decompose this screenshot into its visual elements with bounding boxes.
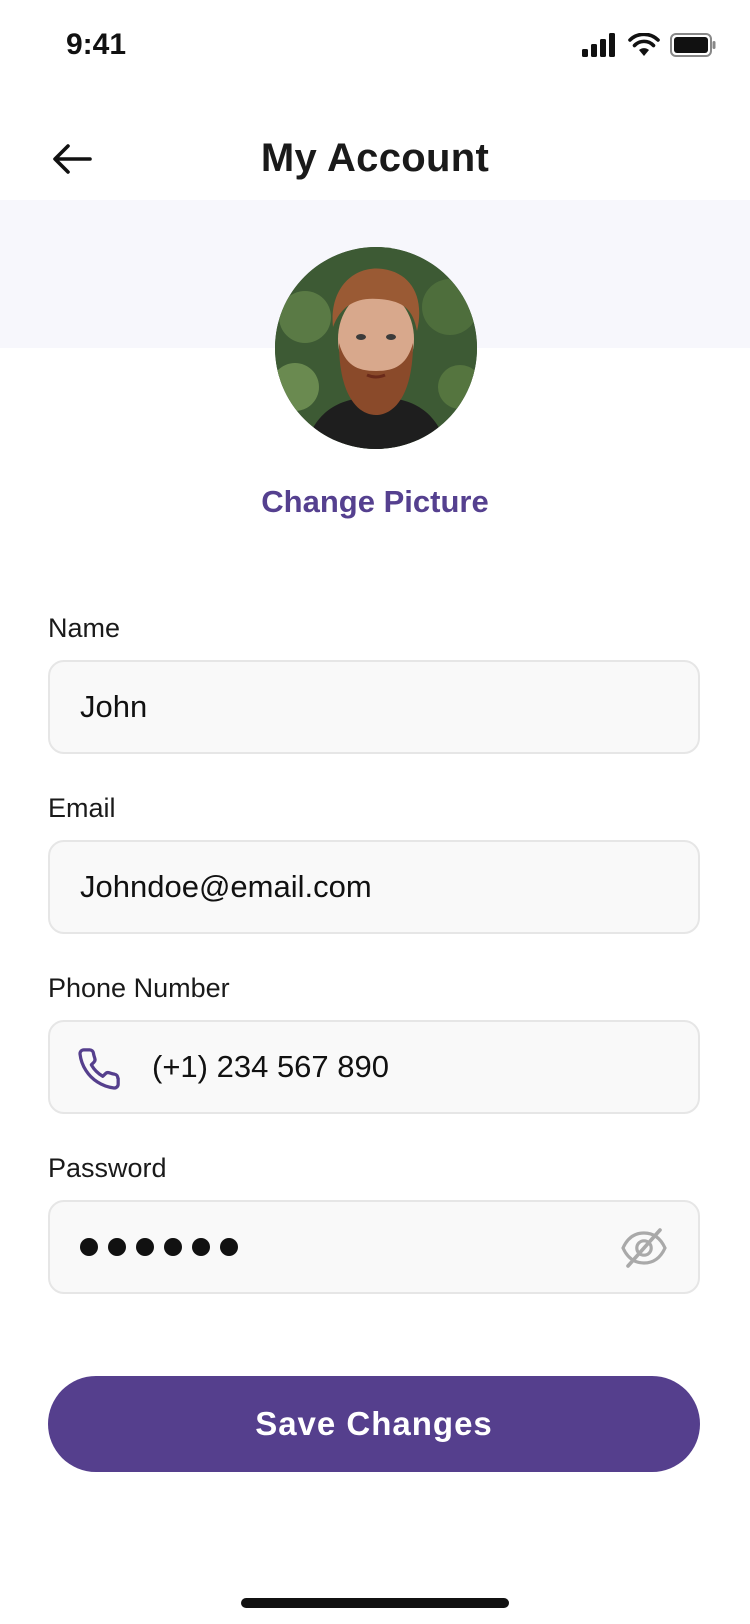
phone-field[interactable]	[48, 1020, 700, 1114]
save-changes-button[interactable]: Save Changes	[48, 1376, 700, 1472]
signal-icon	[582, 33, 615, 57]
status-bar: 9:41	[0, 0, 750, 96]
wifi-icon	[628, 33, 660, 56]
password-input[interactable]	[80, 1202, 238, 1292]
password-dot	[192, 1238, 210, 1256]
name-label: Name	[48, 613, 121, 643]
password-dot	[136, 1238, 154, 1256]
avatar[interactable]	[275, 247, 477, 449]
battery-icon	[670, 33, 716, 57]
name-field[interactable]	[48, 660, 700, 754]
phone-icon	[78, 1048, 120, 1090]
status-icons	[582, 30, 716, 60]
name-input[interactable]	[80, 662, 640, 752]
home-indicator	[241, 1598, 509, 1608]
email-input[interactable]	[80, 842, 640, 932]
password-label: Password	[48, 1153, 167, 1183]
profile-photo	[275, 247, 477, 449]
phone-label: Phone Number	[48, 973, 230, 1003]
password-dot	[108, 1238, 126, 1256]
phone-input[interactable]	[152, 1022, 652, 1112]
password-dot	[80, 1238, 98, 1256]
password-field[interactable]	[48, 1200, 700, 1294]
password-dot	[220, 1238, 238, 1256]
change-picture-link[interactable]: Change Picture	[0, 484, 750, 520]
status-time: 9:41	[66, 28, 127, 61]
page-title: My Account	[260, 136, 490, 180]
password-dot	[164, 1238, 182, 1256]
header: My Account	[0, 120, 750, 200]
email-field[interactable]	[48, 840, 700, 934]
email-label: Email	[48, 793, 116, 823]
eye-off-icon[interactable]	[620, 1224, 668, 1272]
